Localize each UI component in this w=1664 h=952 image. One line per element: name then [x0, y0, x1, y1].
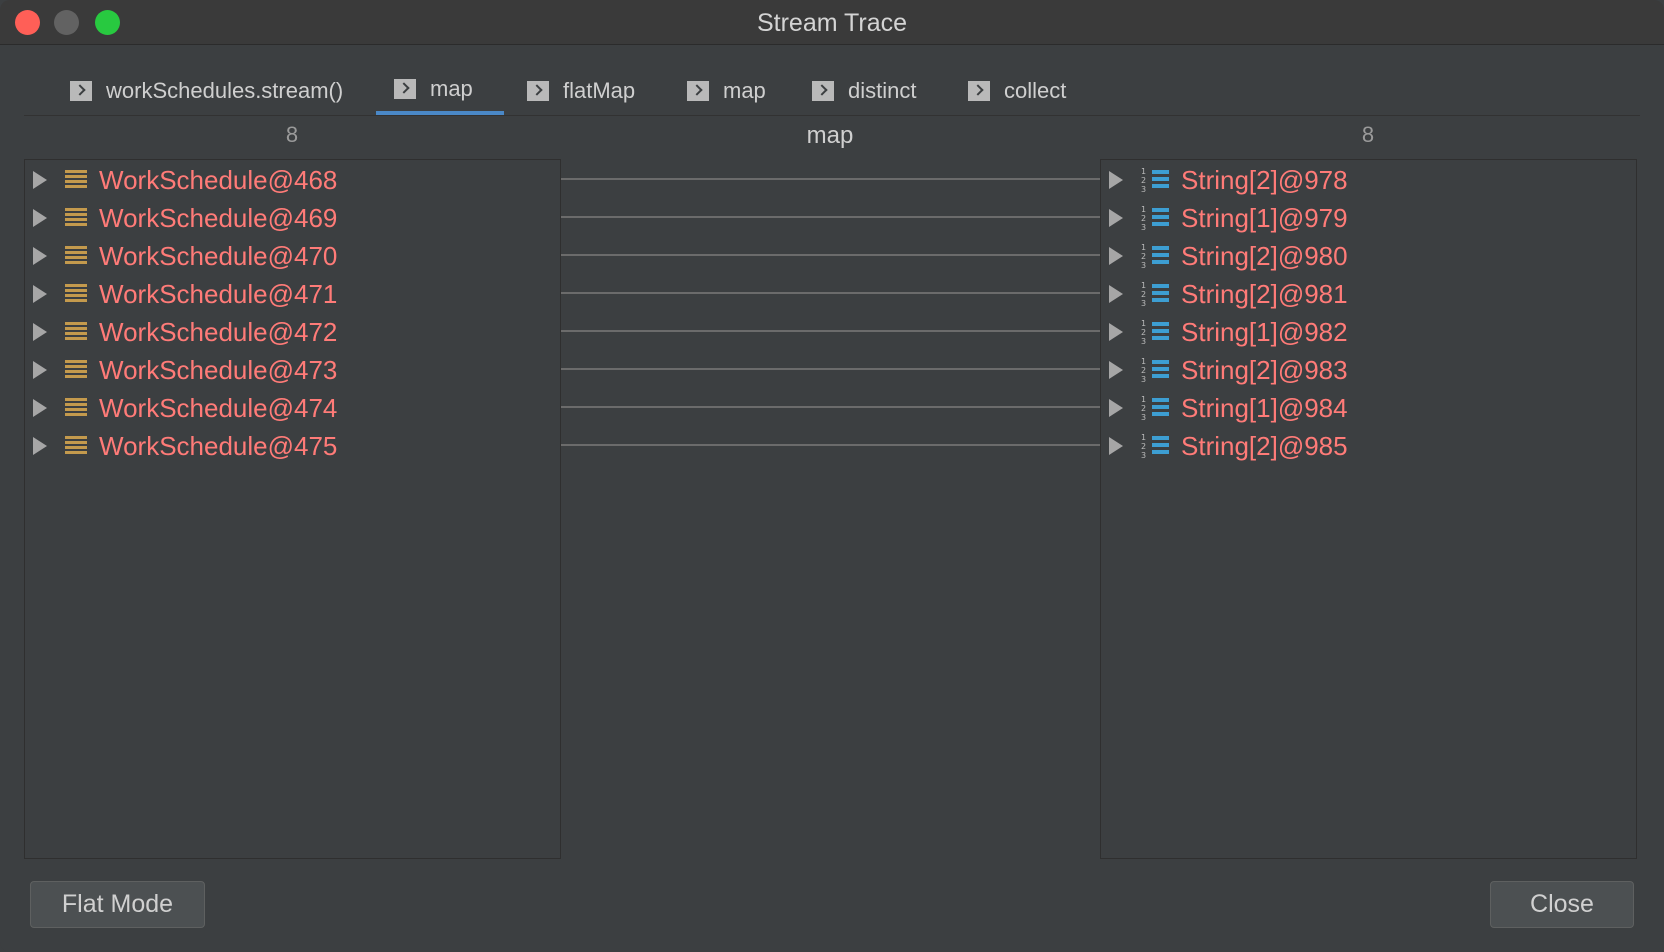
list-item[interactable]: WorkSchedule@470	[25, 237, 337, 275]
expand-arrow-icon[interactable]	[33, 361, 47, 379]
list-item[interactable]: 123 String[2]@985	[1101, 427, 1348, 465]
expand-arrow-icon[interactable]	[33, 323, 47, 341]
tab-label: map	[723, 77, 766, 103]
left-count: 8	[285, 122, 299, 147]
expand-arrow-icon[interactable]	[1109, 323, 1123, 341]
item-label: String[1]@979	[1181, 202, 1348, 233]
chevron-right-icon	[70, 80, 92, 101]
mapping-lines	[561, 178, 1100, 446]
tab-distinct[interactable]: distinct	[794, 66, 934, 115]
window-title: Stream Trace	[756, 9, 908, 37]
output-values-panel[interactable]: 123 String[2]@978 123 String[1]@979 123 …	[1100, 159, 1637, 859]
expand-arrow-icon[interactable]	[1109, 247, 1123, 265]
tab-label: distinct	[848, 77, 917, 103]
right-count: 8	[1361, 122, 1375, 147]
list-item[interactable]: 123 String[2]@980	[1101, 237, 1348, 275]
list-item[interactable]: WorkSchedule@471	[25, 275, 337, 313]
expand-arrow-icon[interactable]	[33, 171, 47, 189]
expand-arrow-icon[interactable]	[1109, 171, 1123, 189]
list-item[interactable]: 123 String[1]@979	[1101, 199, 1348, 237]
tab-label: map	[430, 75, 473, 101]
tab-flatmap[interactable]: flatMap	[509, 66, 653, 115]
expand-arrow-icon[interactable]	[33, 437, 47, 455]
tab-label: flatMap	[563, 77, 636, 103]
item-label: String[2]@978	[1181, 164, 1348, 195]
item-label: String[1]@984	[1181, 392, 1348, 423]
list-item[interactable]: WorkSchedule@475	[25, 427, 337, 465]
item-label: WorkSchedule@471	[99, 278, 338, 309]
chevron-right-icon	[687, 80, 709, 101]
expand-arrow-icon[interactable]	[1109, 361, 1123, 379]
item-label: String[2]@981	[1181, 278, 1348, 309]
chevron-right-icon	[812, 80, 834, 101]
expand-arrow-icon[interactable]	[33, 209, 47, 227]
list-item[interactable]: WorkSchedule@473	[25, 351, 337, 389]
array-icon: 123	[1141, 167, 1171, 194]
close-button[interactable]: Close	[1490, 881, 1634, 928]
item-label: String[2]@983	[1181, 354, 1348, 385]
item-label: String[1]@982	[1181, 316, 1348, 347]
array-icon: 123	[1141, 243, 1171, 270]
stream-steps-tabbar: workSchedules.stream() map flatMap map d…	[24, 66, 1640, 116]
list-item[interactable]: 123 String[1]@984	[1101, 389, 1348, 427]
expand-arrow-icon[interactable]	[33, 247, 47, 265]
expand-arrow-icon[interactable]	[33, 399, 47, 417]
array-icon: 123	[1141, 395, 1171, 422]
object-icon	[65, 246, 87, 266]
expand-arrow-icon[interactable]	[1109, 285, 1123, 303]
list-item[interactable]: 123 String[2]@981	[1101, 275, 1348, 313]
list-item[interactable]: WorkSchedule@469	[25, 199, 337, 237]
array-icon: 123	[1141, 357, 1171, 384]
list-item[interactable]: 123 String[2]@978	[1101, 161, 1348, 199]
chevron-right-icon	[527, 80, 549, 101]
item-label: WorkSchedule@473	[99, 354, 338, 385]
object-icon	[65, 322, 87, 342]
object-icon	[65, 398, 87, 418]
title-bar: Stream Trace	[0, 0, 1664, 45]
object-icon	[65, 284, 87, 304]
expand-arrow-icon[interactable]	[1109, 399, 1123, 417]
expand-arrow-icon[interactable]	[1109, 209, 1123, 227]
item-label: WorkSchedule@475	[99, 430, 338, 461]
input-values-panel[interactable]: WorkSchedule@468 WorkSchedule@469 WorkSc…	[24, 159, 561, 859]
operation-label: map	[806, 122, 854, 149]
tab-map-active[interactable]: map	[376, 66, 504, 115]
tab-label: workSchedules.stream()	[106, 77, 344, 103]
tab-label: collect	[1004, 77, 1067, 103]
chevron-right-icon	[968, 80, 990, 101]
array-icon: 123	[1141, 281, 1171, 308]
list-item[interactable]: WorkSchedule@468	[25, 161, 337, 199]
stream-trace-window: Stream Trace workSchedules.stream() map …	[0, 0, 1664, 952]
object-icon	[65, 360, 87, 380]
item-label: String[2]@980	[1181, 240, 1348, 271]
item-label: WorkSchedule@474	[99, 392, 338, 423]
item-label: WorkSchedule@469	[99, 202, 338, 233]
item-label: String[2]@985	[1181, 430, 1348, 461]
chevron-right-icon	[394, 78, 416, 99]
flat-mode-button[interactable]: Flat Mode	[30, 881, 205, 928]
item-label: WorkSchedule@468	[99, 164, 338, 195]
tab-map[interactable]: map	[669, 66, 784, 115]
array-icon: 123	[1141, 319, 1171, 346]
array-icon: 123	[1141, 433, 1171, 460]
object-icon	[65, 436, 87, 456]
object-icon	[65, 208, 87, 228]
list-item[interactable]: WorkSchedule@474	[25, 389, 337, 427]
tab-collect[interactable]: collect	[950, 66, 1084, 115]
expand-arrow-icon[interactable]	[33, 285, 47, 303]
array-icon: 123	[1141, 205, 1171, 232]
list-item[interactable]: WorkSchedule@472	[25, 313, 337, 351]
object-icon	[65, 170, 87, 190]
item-label: WorkSchedule@470	[99, 240, 338, 271]
item-label: WorkSchedule@472	[99, 316, 338, 347]
expand-arrow-icon[interactable]	[1109, 437, 1123, 455]
list-item[interactable]: 123 String[2]@983	[1101, 351, 1348, 389]
list-item[interactable]: 123 String[1]@982	[1101, 313, 1348, 351]
tab-workschedules-stream[interactable]: workSchedules.stream()	[52, 66, 361, 115]
